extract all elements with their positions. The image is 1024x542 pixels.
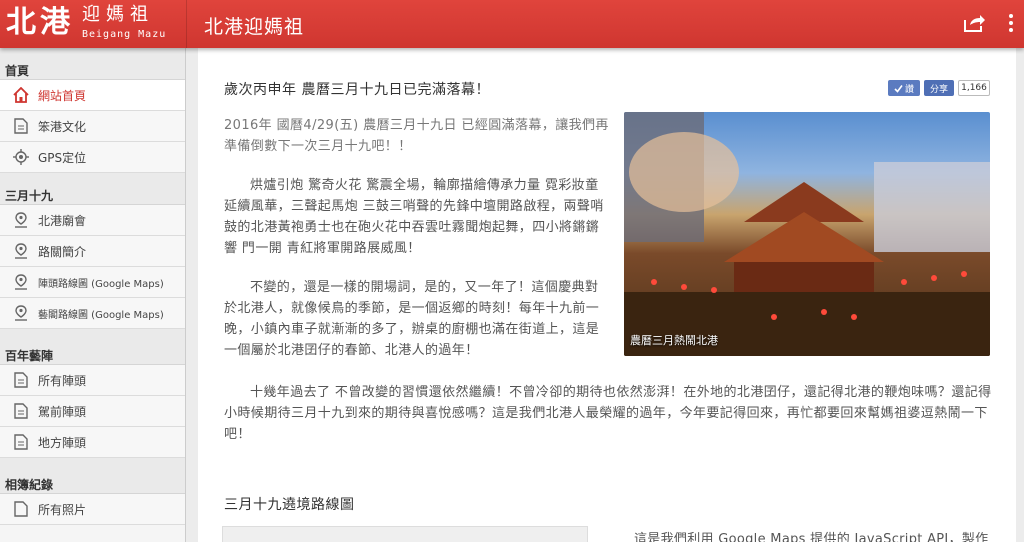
- facebook-share-button[interactable]: 分享: [924, 80, 954, 96]
- sidebar-item-troupe-map[interactable]: 陣頭路線圖 (Google Maps): [0, 267, 185, 298]
- document-icon: [12, 402, 30, 420]
- main-content: 歲次丙申年 農曆三月十九日已完滿落幕！ 讚 分享 1,166 2016年 國曆4…: [198, 48, 1016, 542]
- header-divider: [186, 0, 187, 48]
- facebook-like-label: 讚: [904, 84, 914, 95]
- more-menu-button[interactable]: [1004, 12, 1018, 34]
- sidebar-section-title-troupes: 百年藝陣: [0, 335, 185, 365]
- sidebar-item-label: 地方陣頭: [38, 435, 87, 450]
- post-paragraph: 不變的，還是一樣的開場詞，是的，又一年了！這個慶典對於北港人，就像候鳥的季節，是…: [224, 277, 610, 361]
- sidebar-item-label: 北港廟會: [38, 213, 87, 228]
- sidebar-item-label: 藝閣路線圖 (Google Maps): [38, 309, 164, 321]
- sidebar: 首頁 網站首頁 笨港文化 GPS定位 三月十九 北港廟會 路關簡介 陣頭路線圖 …: [0, 48, 186, 542]
- post-paragraph: 十幾年過去了 不曾改變的習慣還依然繼續！不曾冷卻的期待也依然澎湃！在外地的北港囝…: [224, 382, 994, 445]
- sidebar-item-culture[interactable]: 笨港文化: [0, 111, 185, 142]
- post-title: 歲次丙申年 農曆三月十九日已完滿落幕！: [224, 82, 490, 98]
- document-icon: [12, 117, 30, 135]
- sidebar-item-label: 網站首頁: [38, 88, 87, 103]
- photo-illustration: [624, 112, 990, 356]
- route-map-embed[interactable]: [222, 526, 588, 542]
- home-icon: [12, 86, 30, 104]
- sidebar-item-local-troupes[interactable]: 地方陣頭: [0, 427, 185, 458]
- sidebar-section-title-home: 首頁: [0, 48, 185, 80]
- document-icon: [12, 433, 30, 451]
- map-pin-icon: [12, 211, 30, 229]
- sidebar-item-escort-troupes[interactable]: 駕前陣頭: [0, 396, 185, 427]
- sidebar-item-label: 駕前陣頭: [38, 404, 87, 419]
- map-pin-icon: [12, 273, 30, 291]
- sidebar-item-label: 所有照片: [38, 502, 87, 517]
- sidebar-item-label: 路關簡介: [38, 244, 87, 259]
- document-icon: [12, 371, 30, 389]
- sidebar-item-gps[interactable]: GPS定位: [0, 142, 185, 173]
- section-subtitle: 三月十九遶境路線圖: [224, 497, 355, 513]
- sidebar-section-title-albums: 相簿紀錄: [0, 464, 185, 494]
- sidebar-item-all-photos[interactable]: 所有照片: [0, 494, 185, 525]
- logo-sub-text[interactable]: 迎媽祖: [82, 5, 154, 25]
- sidebar-item-home[interactable]: 網站首頁: [0, 80, 185, 111]
- gps-icon: [12, 148, 30, 166]
- sidebar-item-route-intro[interactable]: 路關簡介: [0, 236, 185, 267]
- more-vert-icon: [1009, 14, 1013, 32]
- post-paragraph-text: 不變的，還是一樣的開場詞，是的，又一年了！這個慶典對於北港人，就像候鳥的季節，是…: [224, 280, 600, 358]
- document-icon: [12, 500, 30, 518]
- map-description-text: 這是我們利用 Google Maps 提供的 JavaScript API，製作: [634, 532, 989, 542]
- share-button[interactable]: [962, 12, 986, 34]
- temple-festival-photo[interactable]: 農曆三月熱鬧北港: [624, 112, 990, 356]
- post-paragraph-text: 烘爐引炮 驚奇火花 驚震全場，輪廓描繪傳承力量 霓彩妝童延續風華，三聲起馬炮 三…: [224, 178, 604, 256]
- sidebar-item-label: 所有陣頭: [38, 373, 87, 388]
- sidebar-section-title-march19: 三月十九: [0, 179, 185, 205]
- app-header: 北港 迎媽祖 Beigang Mazu 北港迎媽祖: [0, 0, 1024, 48]
- post-date-paragraph: 2016年 國曆4/29(五) 農曆三月十九日 已經圓滿落幕，讓我們再準備倒數下…: [224, 118, 609, 154]
- sidebar-item-label: 陣頭路線圖 (Google Maps): [38, 278, 164, 290]
- sidebar-item-label: GPS定位: [38, 150, 87, 165]
- post-paragraph-text: 十幾年過去了 不曾改變的習慣還依然繼續！不曾冷卻的期待也依然澎湃！在外地的北港囝…: [224, 385, 992, 442]
- facebook-share-count: 1,166: [958, 80, 990, 96]
- sidebar-item-temple-fair[interactable]: 北港廟會: [0, 205, 185, 236]
- map-pin-icon: [12, 242, 30, 260]
- page-title: 北港迎媽祖: [204, 16, 305, 38]
- logo-english-text[interactable]: Beigang Mazu: [82, 29, 166, 40]
- sidebar-item-float-map[interactable]: 藝閣路線圖 (Google Maps): [0, 298, 185, 329]
- map-pin-icon: [12, 304, 30, 322]
- sidebar-item-label: 笨港文化: [38, 119, 87, 134]
- facebook-like-button[interactable]: 讚: [888, 80, 920, 96]
- share-icon: [964, 15, 985, 32]
- photo-caption: 農曆三月熱鬧北港: [630, 334, 718, 347]
- sidebar-item-all-troupes[interactable]: 所有陣頭: [0, 365, 185, 396]
- logo-main-text[interactable]: 北港: [6, 5, 74, 41]
- post-paragraph: 烘爐引炮 驚奇火花 驚震全場，輪廓描繪傳承力量 霓彩妝童延續風華，三聲起馬炮 三…: [224, 175, 610, 259]
- check-icon: [894, 84, 903, 93]
